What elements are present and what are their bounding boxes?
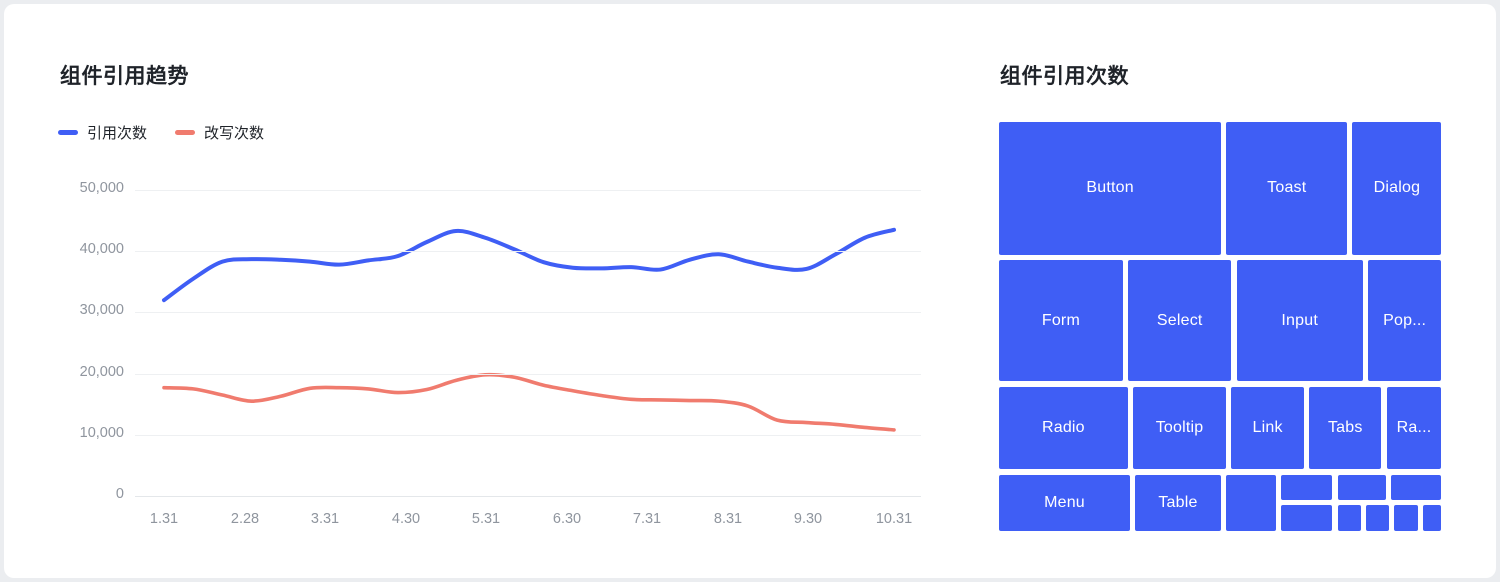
x-axis-tick-label: 6.30 [552,511,582,527]
treemap-tile-label: Pop... [1383,311,1427,329]
y-axis-tick-label: 20,000 [79,363,124,380]
treemap-tile-tooltip[interactable]: Tooltip [1132,386,1227,470]
line-chart-plot[interactable]: 0 10,000 20,000 30,000 40,000 50,000 1.31 2.28 3… [4,4,964,578]
gridline [135,434,921,436]
treemap-tile-dialog[interactable]: Dialog [1352,122,1442,255]
treemap-tile-pop[interactable]: Pop... [1367,260,1442,382]
treemap-tile-label: Tabs [1327,418,1363,436]
treemap-tile-label: Toast [1267,179,1307,197]
gridline [135,190,921,191]
treemap-tile-input[interactable]: Input [1236,260,1363,382]
treemap-tile-label: Form [1041,311,1080,329]
gridline [135,312,921,314]
x-axis-tick-label: 3.31 [310,511,340,527]
x-axis-tick-label: 8.31 [713,511,743,527]
treemap-tile-label: Input [1281,311,1318,329]
gridline [135,251,921,253]
treemap-tile-form[interactable]: Form [999,260,1123,382]
x-axis-tick-label: 5.31 [471,511,501,527]
treemap-tile[interactable] [1337,474,1387,501]
treemap-chart[interactable]: Button Toast Dialog Form Select Input Pop... Ra… [999,122,1444,534]
treemap-tile-label: Select [1156,311,1203,329]
x-axis-tick-label: 2.28 [230,511,260,527]
treemap-tile-label: Ra... [1396,418,1432,436]
line-chart-svg [162,227,896,432]
treemap-tile-label: Link [1252,418,1283,436]
treemap-tile-select[interactable]: Select [1128,260,1232,382]
treemap-tile-label: Button [1086,179,1134,197]
treemap-tile-toast[interactable]: Toast [1226,122,1348,255]
y-axis-tick-label: 30,000 [79,302,124,319]
line-series-citations [162,227,896,303]
treemap-tile[interactable] [1391,474,1442,501]
treemap-tile-label: Radio [1041,418,1085,436]
line-series-rewrites [162,372,896,432]
treemap-tile-link[interactable]: Link [1231,386,1304,470]
y-axis-tick-label: 50,000 [79,180,124,196]
treemap-tile[interactable] [1423,505,1442,532]
treemap-title: 组件引用次数 [1000,65,1129,88]
x-axis-tick-label: 7.31 [632,511,662,527]
treemap-tile-label: Table [1158,494,1198,512]
x-axis-tick-label: 1.31 [149,511,179,527]
treemap-tile-radio[interactable]: Radio [999,386,1128,470]
treemap-tile[interactable] [1280,505,1333,532]
treemap-tile-tabs[interactable]: Tabs [1309,386,1382,470]
treemap-tile-ra[interactable]: Ra... [1386,386,1442,470]
y-axis-tick-label: 40,000 [79,241,124,258]
treemap-tile-menu[interactable]: Menu [999,474,1130,532]
y-axis-tick-label: 10,000 [79,424,124,441]
treemap-tile[interactable] [1280,474,1333,501]
y-axis-tick-label: 0 [115,486,124,502]
x-axis-tick-label: 9.30 [793,511,823,527]
x-axis-tick-label: 10.31 [875,511,913,527]
treemap-tile-label: Dialog [1373,179,1421,197]
component-reference-count-panel: 组件引用次数 Button Toast Dialog Form Select Input P… [964,4,1496,578]
x-axis-tick-label: 4.30 [391,511,421,527]
treemap-tile-table[interactable]: Table [1135,474,1221,532]
gridline [135,496,921,497]
treemap-tile-button[interactable]: Button [999,122,1222,255]
dashboard-card: 组件引用趋势 引用次数 改写次数 0 10,000 20,000 30,000 40,0… [4,4,1496,578]
treemap-tile[interactable] [1225,474,1276,532]
treemap-tile[interactable] [1394,505,1418,532]
gridline [135,373,921,375]
treemap-tile-label: Menu [1044,494,1085,512]
component-reference-trend-panel: 组件引用趋势 引用次数 改写次数 0 10,000 20,000 30,000 40,0… [4,4,964,578]
treemap-tile-label: Tooltip [1155,418,1204,436]
treemap-tile[interactable] [1366,505,1389,532]
dashboard-page: 组件引用趋势 引用次数 改写次数 0 10,000 20,000 30,000 40,0… [0,0,1500,582]
treemap-tile[interactable] [1337,505,1361,532]
